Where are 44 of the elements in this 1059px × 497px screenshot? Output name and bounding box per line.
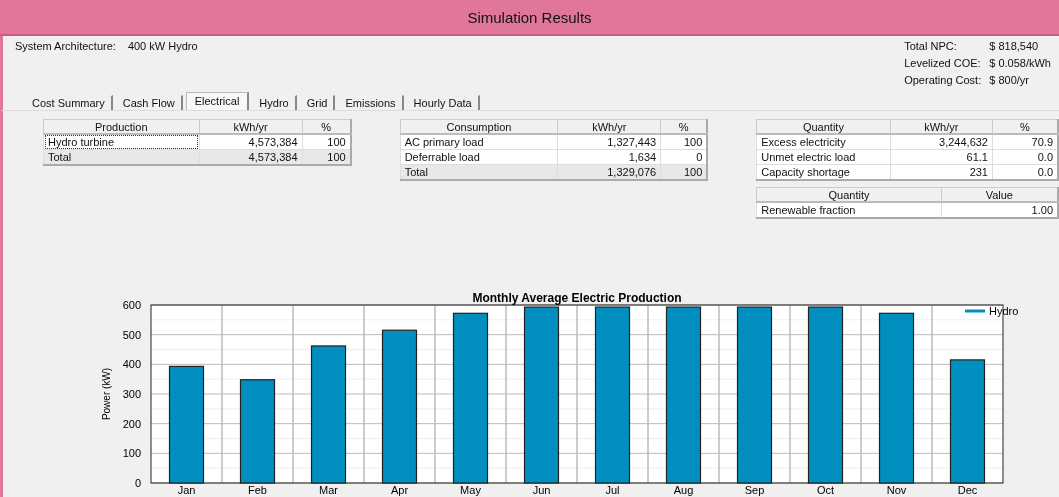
tab[interactable]: Electrical	[185, 92, 250, 110]
legend-label: Hydro	[989, 305, 1019, 317]
column-header: Value	[941, 187, 1058, 202]
chart-title: Monthly Average Electric Production	[472, 291, 682, 305]
summary-value: $ 0.058/kWh	[989, 57, 1051, 71]
architecture-value: 400 kW Hydro	[127, 40, 198, 54]
month-label: Apr	[390, 484, 409, 496]
month-label: Mar	[319, 484, 338, 496]
column-header: %	[302, 119, 351, 134]
summary-value: $ 800/yr	[989, 74, 1030, 88]
column-header: Quantity	[756, 187, 942, 202]
month-label: Feb	[248, 484, 267, 496]
summary-label: Operating Cost:	[904, 74, 982, 88]
window-title: Simulation Results	[0, 0, 1059, 36]
month-label: Dec	[957, 484, 978, 496]
tick-label: 400	[122, 358, 141, 371]
tick-label: 200	[122, 417, 141, 430]
summary-label: Total NPC:	[904, 40, 958, 54]
column-header: kWh/yr	[890, 119, 993, 134]
tick-label: 300	[122, 388, 141, 400]
tick-label: 0	[134, 477, 141, 489]
legend-swatch	[965, 309, 985, 313]
summary-label: Levelized COE:	[904, 57, 982, 71]
column-header: kWh/yr	[199, 119, 303, 134]
month-label: Sep	[744, 484, 765, 496]
architecture-label: System Architecture:	[15, 40, 116, 54]
column-header: %	[992, 119, 1058, 134]
column-header: Quantity	[756, 119, 891, 134]
month-label: Nov	[886, 484, 907, 496]
column-header: Consumption	[400, 119, 558, 134]
summary-value: $ 818,540	[989, 40, 1040, 54]
month-label: Oct	[816, 484, 835, 496]
month-label: May	[460, 484, 481, 496]
column-header: kWh/yr	[557, 119, 661, 134]
column-header: %	[660, 119, 708, 134]
axis-title: Power (kW)	[101, 367, 112, 421]
month-label: Jan	[177, 484, 196, 496]
tick-label: 100	[122, 447, 141, 460]
column-header: Production	[43, 119, 199, 134]
month-label: Aug	[673, 484, 694, 496]
month-label: Jul	[605, 484, 620, 496]
tick-label: 600	[122, 299, 141, 311]
month-label: Jun	[532, 484, 551, 496]
tick-label: 500	[122, 328, 141, 341]
